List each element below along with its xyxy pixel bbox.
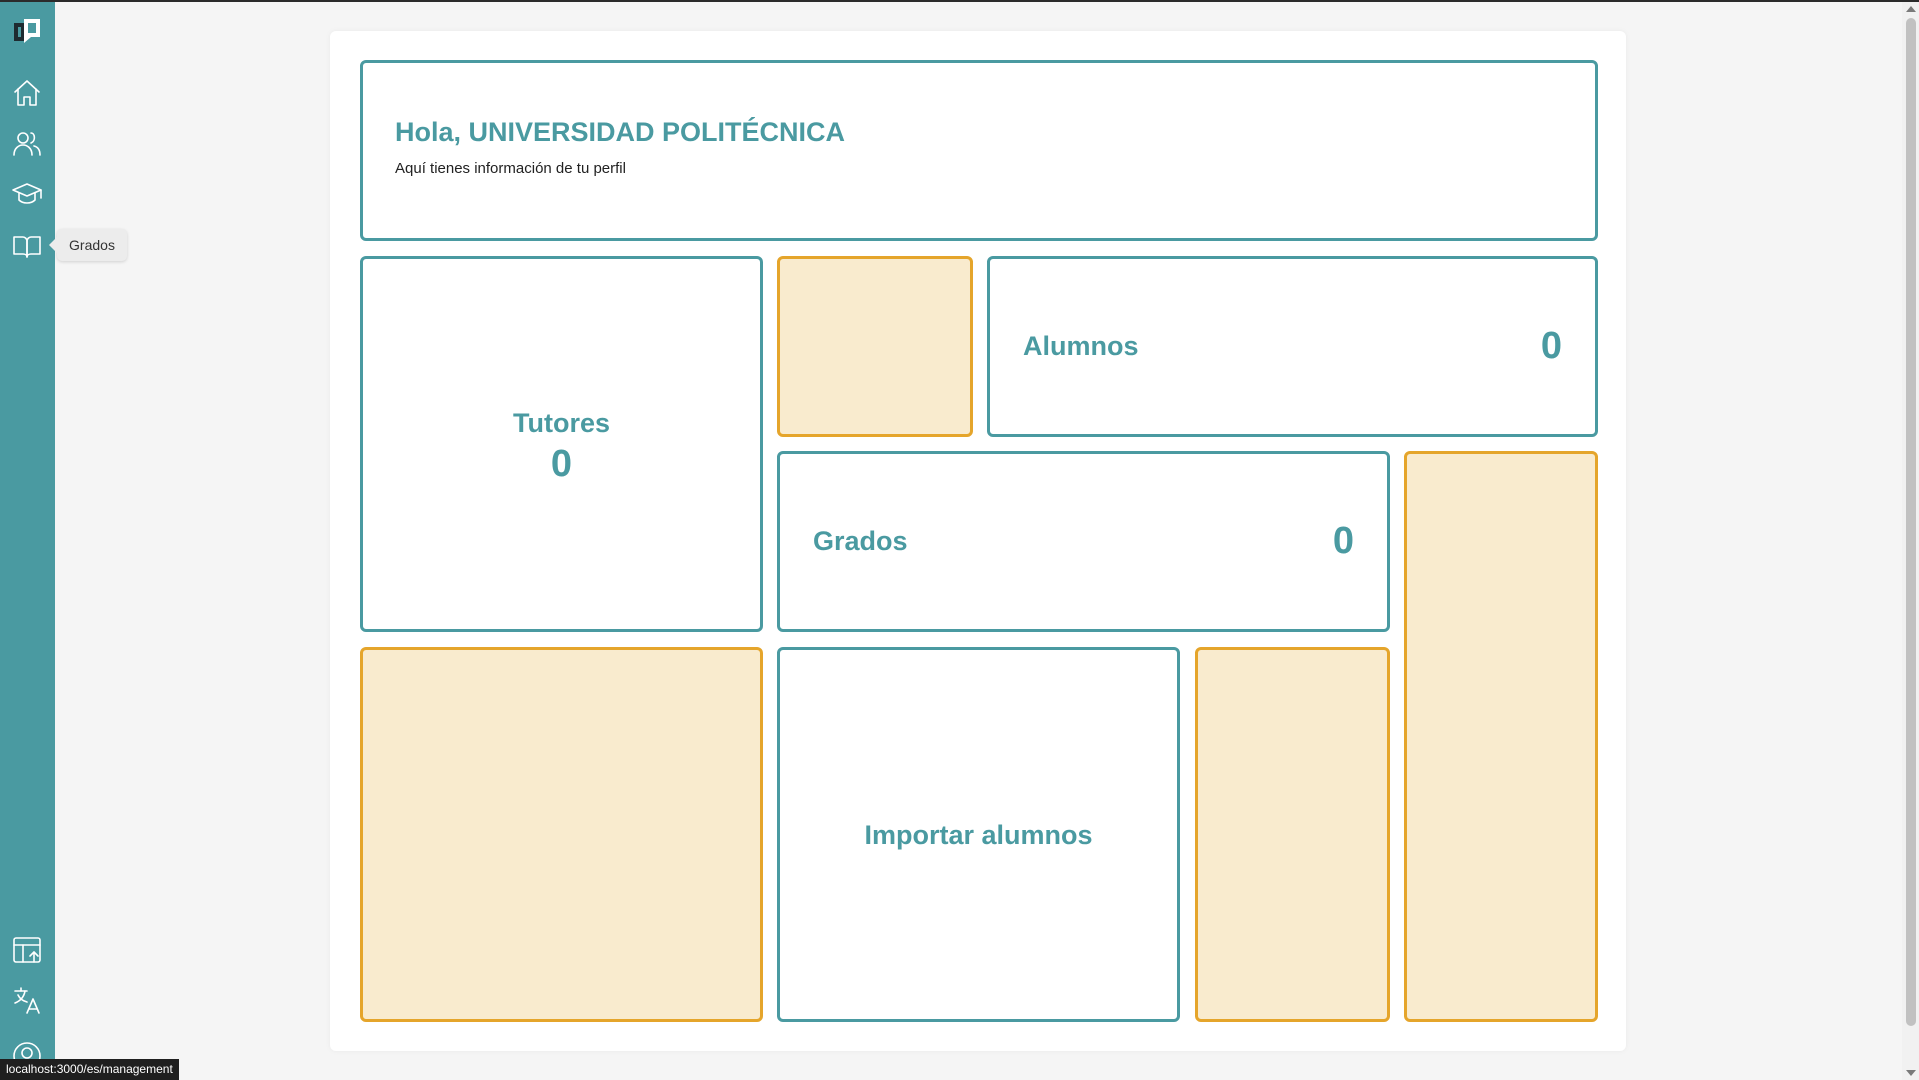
app-logo-icon[interactable] (11, 15, 43, 47)
alumnos-label: Alumnos (1023, 331, 1139, 361)
importar-alumnos-label: Importar alumnos (864, 820, 1093, 850)
sidebar-tooltip: Grados (49, 229, 127, 261)
sidebar (0, 2, 55, 1080)
grados-label: Grados (813, 526, 908, 556)
placeholder-card (1195, 647, 1390, 1022)
alumnos-card[interactable]: Alumnos 0 (987, 256, 1598, 437)
status-bar-url: localhost:3000/es/management (0, 1059, 179, 1080)
tutores-card[interactable]: Tutores 0 (360, 256, 763, 632)
dashboard-panel: Hola, UNIVERSIDAD POLITÉCNICA Aquí tiene… (330, 31, 1626, 1051)
placeholder-card (360, 647, 763, 1022)
placeholder-card (1404, 451, 1598, 1022)
grados-count: 0 (1332, 520, 1354, 562)
window-top-border (0, 0, 1919, 2)
users-icon[interactable] (11, 128, 43, 160)
home-icon[interactable] (11, 77, 43, 109)
vertical-scrollbar[interactable] (1902, 2, 1919, 1080)
welcome-card: Hola, UNIVERSIDAD POLITÉCNICA Aquí tiene… (360, 60, 1598, 241)
scroll-thumb[interactable] (1906, 18, 1916, 1026)
page-subtitle: Aquí tienes información de tu perfil (395, 160, 626, 177)
table-import-icon[interactable] (11, 934, 43, 966)
book-icon[interactable] (11, 230, 43, 262)
grados-card[interactable]: Grados 0 (777, 451, 1390, 632)
scroll-down-arrow-icon[interactable] (1906, 1070, 1916, 1076)
page-title: Hola, UNIVERSIDAD POLITÉCNICA (395, 117, 846, 147)
graduation-cap-icon[interactable] (11, 178, 43, 210)
placeholder-card (777, 256, 973, 437)
importar-alumnos-card[interactable]: Importar alumnos (777, 647, 1180, 1022)
tutores-count: 0 (550, 443, 573, 485)
scroll-up-arrow-icon[interactable] (1906, 6, 1916, 12)
translate-icon[interactable] (11, 984, 43, 1016)
alumnos-count: 0 (1540, 325, 1562, 367)
tutores-label: Tutores (512, 408, 610, 438)
